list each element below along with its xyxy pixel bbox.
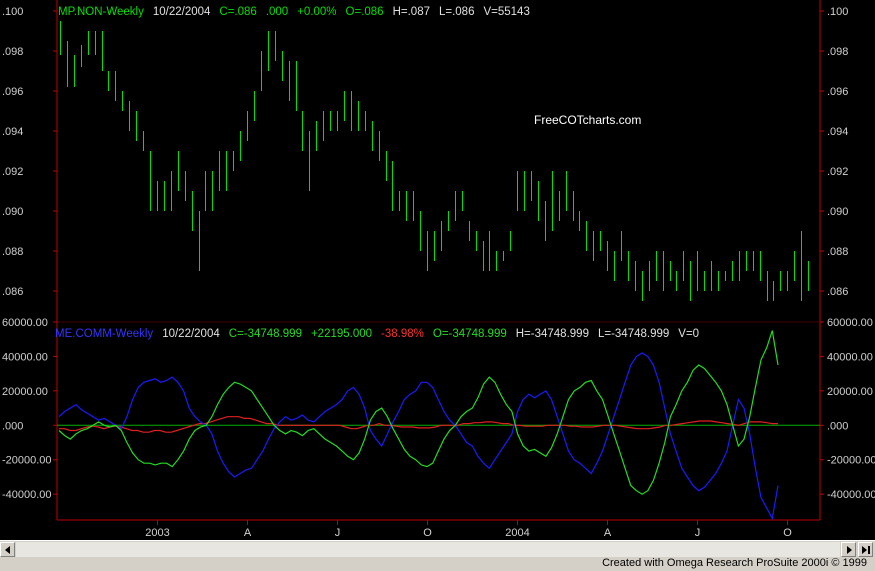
- oscillator-tick-label-left: 60000.00: [2, 317, 48, 329]
- scroll-right-button[interactable]: [841, 542, 856, 557]
- price-tick-label-left: .098: [2, 46, 23, 58]
- header-field: V=55143: [483, 6, 529, 18]
- oscillator-tick-label-left: 20000.00: [2, 386, 48, 398]
- header-field: O=-34748.999: [433, 328, 507, 340]
- header-field: L=.086: [439, 6, 475, 18]
- header-field: H=.087: [393, 6, 430, 18]
- price-tick-label-left: .088: [2, 246, 23, 258]
- credit-text: Created with Omega Research ProSuite 200…: [602, 557, 867, 569]
- price-tick-label-left: .100: [2, 6, 23, 18]
- price-tick-label-right: .098: [827, 46, 848, 58]
- oscillator-tick-label-right: 20000.00: [827, 386, 873, 398]
- header-field: H=-34748.999: [516, 328, 589, 340]
- x-tick-label: 2003: [145, 527, 169, 539]
- header-field: C=.086: [219, 6, 256, 18]
- header-field: 10/22/2004: [153, 6, 211, 18]
- header-field: 10/22/2004: [162, 328, 220, 340]
- header-field: O=.086: [346, 6, 384, 18]
- oscillator-tick-label-right: 60000.00: [827, 317, 873, 329]
- arrow-right-icon: [847, 546, 852, 554]
- price-tick-label-left: .092: [2, 166, 23, 178]
- oscillator-tick-label-left: 40000.00: [2, 351, 48, 363]
- price-tick-label-right: .090: [827, 206, 848, 218]
- price-tick-label-right: .092: [827, 166, 848, 178]
- scroll-end-button[interactable]: [858, 542, 873, 557]
- arrow-end-bar: [868, 546, 870, 554]
- oscillator-zero-label-right: .000: [827, 420, 848, 432]
- axis-labels: .100 .100 .098 .098 .096 .096 .094 .094 .092 .092…: [2, 6, 875, 539]
- x-tick-label: J: [695, 527, 701, 539]
- price-tick-label-right: .094: [827, 126, 848, 138]
- scroll-left-button[interactable]: [0, 542, 15, 557]
- price-tick-label-right: .096: [827, 86, 848, 98]
- x-tick-label: A: [604, 527, 612, 539]
- x-tick-label: O: [783, 527, 792, 539]
- header-field: MP.NON-Weekly: [58, 6, 144, 18]
- horizontal-scrollbar[interactable]: [0, 540, 875, 558]
- price-tick-label-left: .086: [2, 286, 23, 298]
- oscillator-header: ME.COMM-Weekly 10/22/2004 C=-34748.999 +221…: [55, 328, 699, 340]
- header-field: L=-34748.999: [598, 328, 669, 340]
- arrow-end-icon: [862, 546, 867, 554]
- x-tick-label: 2004: [505, 527, 529, 539]
- oscillator-lines: [57, 330, 820, 521]
- x-tick-label: J: [335, 527, 341, 539]
- chart-window: .100 .100 .098 .098 .096 .096 .094 .094 .092 .092…: [0, 0, 875, 571]
- oscillator-tick-label-left: -20000.00: [2, 455, 52, 467]
- oscillator-tick-label-left: -40000.00: [2, 489, 52, 501]
- scrollbar-track[interactable]: [16, 542, 840, 557]
- header-field: V=0: [678, 328, 699, 340]
- blue-series-line: [58, 352, 779, 521]
- header-field: ME.COMM-Weekly: [55, 328, 153, 340]
- price-tick-label-right: .100: [827, 6, 848, 18]
- chart-area[interactable]: .100 .100 .098 .098 .096 .096 .094 .094 .092 .092…: [0, 0, 875, 540]
- price-header: MP.NON-Weekly 10/22/2004 C=.086 .000 +0.00% O…: [58, 6, 530, 18]
- header-field: -38.98%: [381, 328, 424, 340]
- price-tick-label-right: .086: [827, 286, 848, 298]
- header-field: +0.00%: [297, 6, 336, 18]
- oscillator-tick-label-right: -20000.00: [827, 455, 875, 467]
- price-tick-label-left: .096: [2, 86, 23, 98]
- price-tick-label-left: .094: [2, 126, 23, 138]
- header-field: C=-34748.999: [229, 328, 302, 340]
- x-tick-label: O: [423, 527, 432, 539]
- price-bars: [60, 21, 809, 301]
- watermark: FreeCOTcharts.com: [534, 113, 641, 127]
- arrow-left-icon: [5, 546, 10, 554]
- header-field: +22195.000: [311, 328, 372, 340]
- oscillator-tick-label-right: 40000.00: [827, 351, 873, 363]
- price-tick-label-right: .088: [827, 246, 848, 258]
- oscillator-tick-label-right: -40000.00: [827, 489, 875, 501]
- chart-frame: [56, 0, 821, 521]
- oscillator-zero-label-left: .000: [2, 420, 23, 432]
- x-tick-label: A: [244, 527, 252, 539]
- price-tick-label-left: .090: [2, 206, 23, 218]
- green-series-line: [58, 330, 779, 495]
- header-field: .000: [266, 6, 288, 18]
